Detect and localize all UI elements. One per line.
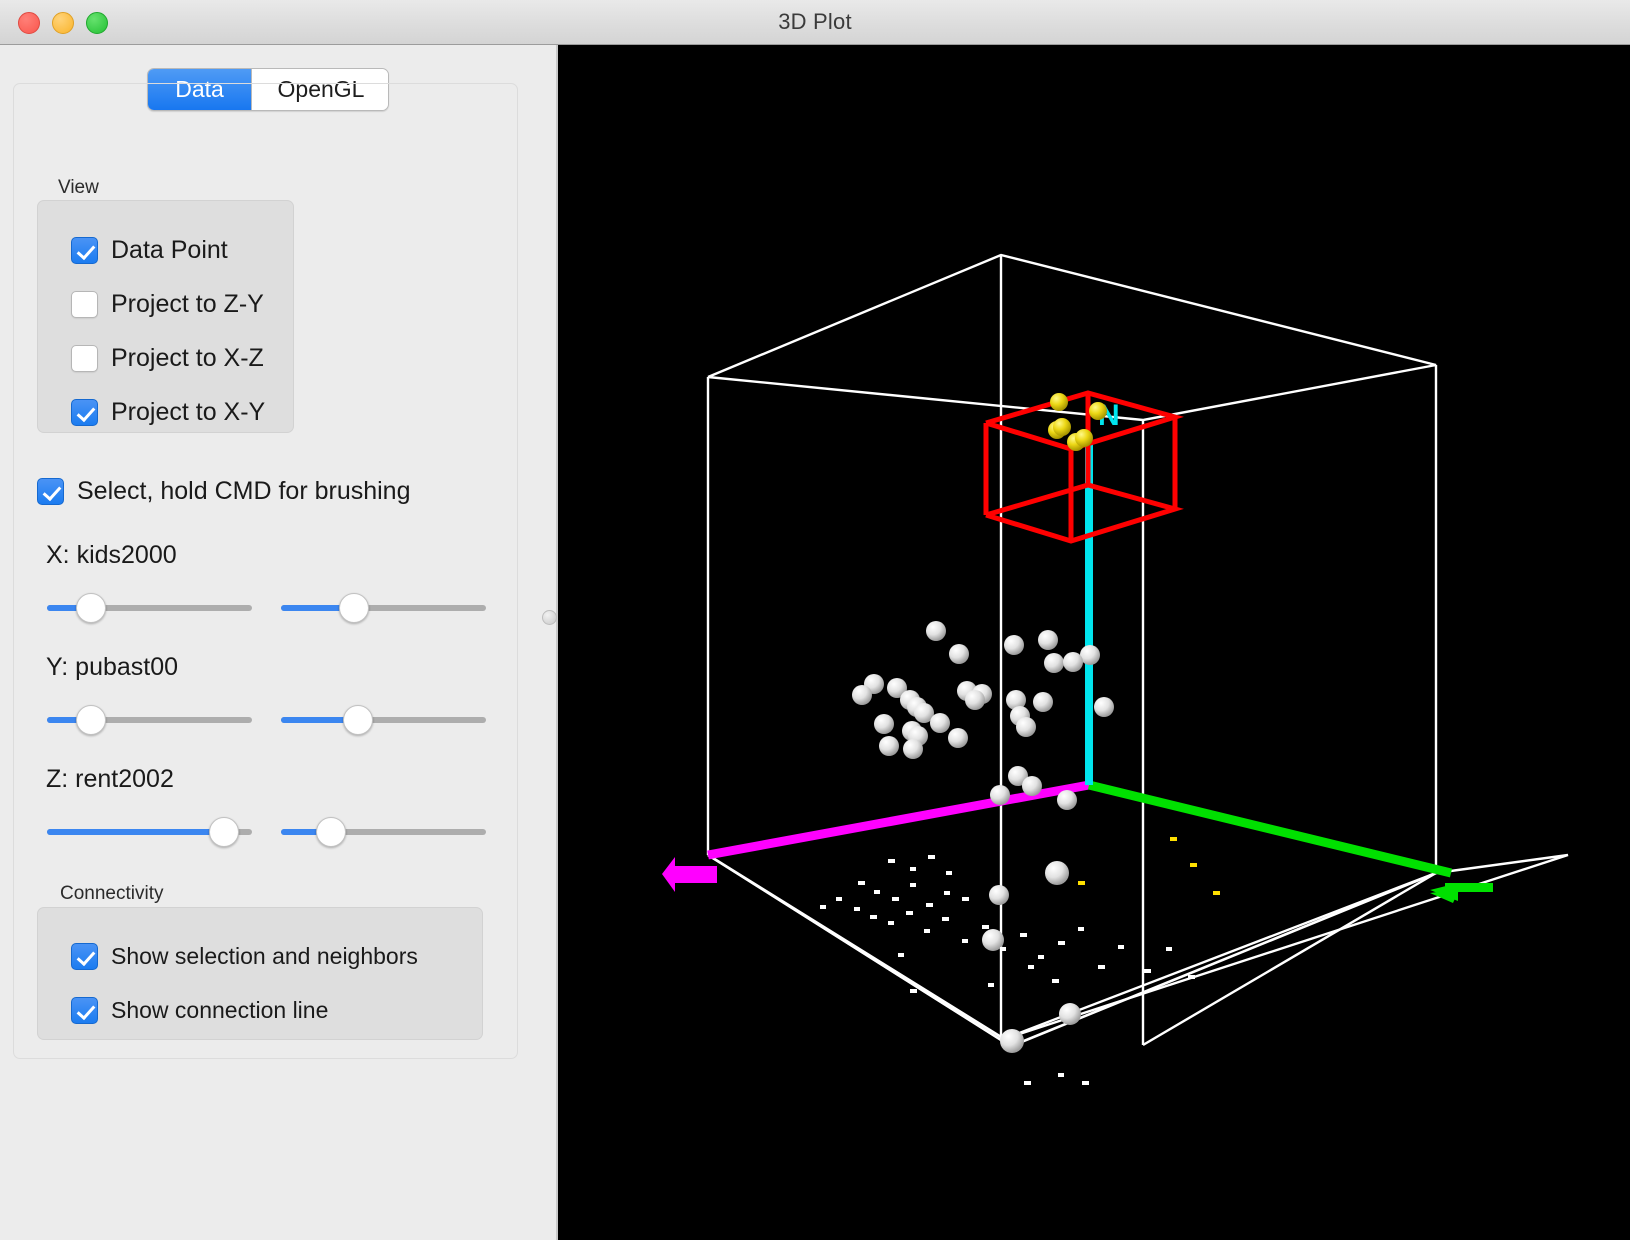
window-title: 3D Plot [778,9,852,34]
data-point [1045,861,1069,885]
data-point [930,713,950,733]
window-titlebar: 3D Plot [0,0,1630,45]
data-point [1063,652,1083,672]
plot-viewport[interactable]: N [558,45,1630,1240]
selected-point [1053,418,1071,436]
data-point [989,885,1009,905]
traffic-lights [18,12,108,34]
panel-frame [13,83,518,1059]
data-point [949,644,969,664]
data-point [1057,790,1077,810]
data-points-group [852,621,1114,1053]
splitter-grip-handle[interactable] [542,610,557,625]
data-point [926,621,946,641]
selected-point [1050,393,1068,411]
data-point [903,739,923,759]
data-point [965,690,985,710]
floor-projection-marks-selected [1078,837,1220,895]
plot-canvas[interactable]: N [558,45,1630,1240]
maximize-button[interactable] [86,12,108,34]
control-panel: Data OpenGL View Data Point Project to Z… [0,45,556,1240]
data-point [1004,635,1024,655]
minimize-button[interactable] [52,12,74,34]
data-point [1044,653,1064,673]
data-point [1022,776,1042,796]
data-point [1059,1003,1081,1025]
data-point [990,785,1010,805]
selected-point [1089,402,1107,420]
selection-box[interactable] [983,390,1184,544]
data-point [1033,692,1053,712]
x-axis-arrow-icon [662,857,717,892]
data-point [1038,630,1058,650]
data-point [1016,717,1036,737]
y-axis-arrow-icon [1430,883,1493,903]
data-point [1094,697,1114,717]
data-point [948,728,968,748]
data-point [852,685,872,705]
data-point [874,714,894,734]
close-button[interactable] [18,12,40,34]
bounding-cube-wireframe [706,253,1569,1047]
app-window: 3D Plot Data OpenGL View Data Point Proj… [0,0,1630,1240]
selected-point [1075,429,1093,447]
data-point [1000,1029,1024,1053]
data-point [879,736,899,756]
